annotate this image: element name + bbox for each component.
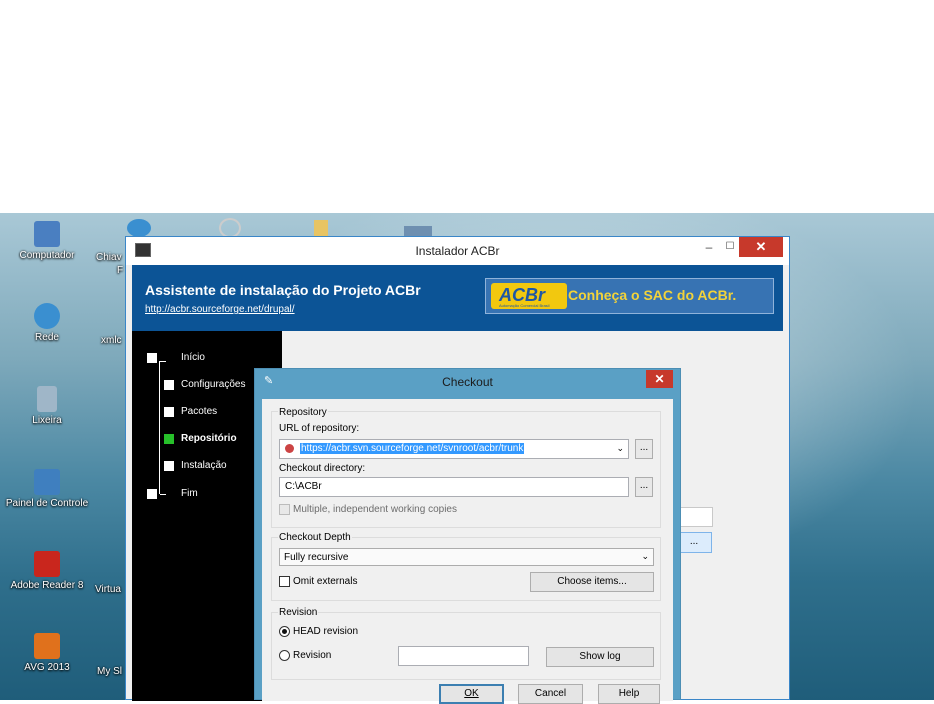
steps-connector-bottom [160,494,166,495]
steps-connector-top [160,361,166,362]
partial-app-icon [219,218,241,238]
checkout-titlebar[interactable]: ✎ Checkout ✕ [255,369,680,393]
checkout-title: Checkout [442,375,493,389]
dir-label: Checkout directory: [279,463,366,474]
desktop-label-xmlc[interactable]: xmlc [101,335,122,346]
desktop-icon-avg[interactable]: AVG 2013 [4,633,90,673]
adobe-reader-icon [34,551,60,577]
banner-text: Conheça o SAC do ACBr. [568,287,737,303]
desktop-icon-adobe-reader[interactable]: Adobe Reader 8 [4,551,90,591]
omit-externals-checkbox[interactable] [279,576,290,587]
revision-label: Revision [293,650,332,661]
computer-icon [34,221,60,247]
multiple-copies-label: Multiple, independent working copies [293,504,457,515]
step-box-icon [147,489,157,499]
background-browse-button[interactable]: ... [676,532,712,553]
url-value: https://acbr.svn.sourceforge.net/svnroot… [300,443,525,454]
partial-folder-icon [314,220,328,236]
desktop-icon-lixeira[interactable]: Lixeira [4,386,90,426]
partial-window-icon [404,226,432,236]
chevron-down-icon: ⌄ [641,551,649,561]
close-button[interactable]: ✕ [739,237,783,257]
ok-button[interactable]: OK [439,684,504,704]
repository-group-title: Repository [278,407,328,418]
header-title: Assistente de instalação do Projeto ACBr [145,282,421,298]
checkout-close-button[interactable]: ✕ [646,370,673,388]
svn-url-icon [285,444,294,453]
revision-input[interactable] [398,646,529,666]
cancel-button[interactable]: Cancel [518,684,583,704]
step-active-box-icon [164,434,174,444]
control-panel-icon [34,469,60,495]
revision-group-title: Revision [278,607,319,618]
desktop-label-virtua[interactable]: Virtua [95,584,121,595]
multiple-copies-checkbox[interactable] [279,504,290,515]
avg-icon [34,633,60,659]
desktop-icon-computador[interactable]: Computador [4,221,90,261]
step-box-icon [147,353,157,363]
desktop-icon-rede[interactable]: Rede [4,303,90,343]
help-button[interactable]: Help [598,684,660,704]
sac-banner[interactable]: ACBr Automação Comercial Brasil Conheça … [485,278,774,314]
depth-select[interactable]: Fully recursive ⌄ [279,548,654,566]
desktop-icon-painel-de-controle[interactable]: Painel de Controle [4,469,90,509]
dir-browse-button[interactable]: ... [635,477,653,497]
installer-titlebar[interactable]: Instalador ACBr – ☐ ✕ [126,237,789,265]
checkout-dialog: ✎ Checkout ✕ Repository URL of repositor… [254,368,681,704]
acbr-logo: ACBr Automação Comercial Brasil [491,283,567,309]
checkout-directory-input[interactable]: C:\ACBr [279,477,629,497]
step-box-icon [164,380,174,390]
head-revision-radio[interactable] [279,626,290,637]
partial-globe-icon [127,219,151,237]
steps-connector-line [159,361,160,494]
desktop-label-chiav[interactable]: Chiav [96,252,122,263]
desktop-label-my-sl[interactable]: My Sl [97,666,122,677]
step-box-icon [164,407,174,417]
background-input[interactable] [676,507,713,527]
network-globe-icon [34,303,60,329]
installer-header: Assistente de instalação do Projeto ACBr… [132,265,783,331]
header-link[interactable]: http://acbr.sourceforge.net/drupal/ [145,304,295,315]
step-box-icon [164,461,174,471]
revision-radio[interactable] [279,650,290,661]
omit-externals-label: Omit externals [293,576,358,587]
url-browse-button[interactable]: ... [635,439,653,459]
head-revision-label: HEAD revision [293,626,359,637]
chevron-down-icon: ⌄ [616,443,624,453]
show-log-button[interactable]: Show log [546,647,654,667]
desktop-label-f[interactable]: F [117,265,123,276]
depth-group-title: Checkout Depth [278,532,352,543]
url-combobox[interactable]: https://acbr.svn.sourceforge.net/svnroot… [279,439,629,459]
choose-items-button[interactable]: Choose items... [530,572,654,592]
recycle-bin-icon [37,386,57,412]
installer-title: Instalador ACBr [415,244,500,258]
url-label: URL of repository: [279,423,360,434]
checkout-body: Repository URL of repository: https://ac… [262,399,673,704]
